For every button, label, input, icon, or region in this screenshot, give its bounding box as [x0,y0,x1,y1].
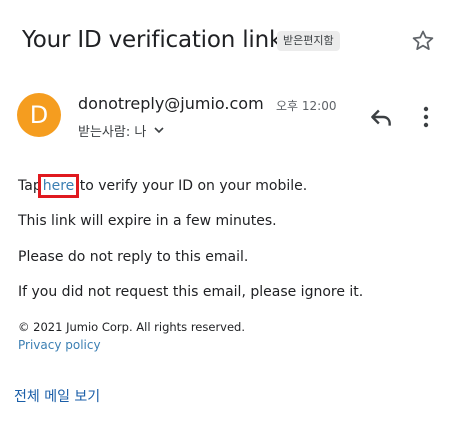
sent-time: 오후 12:00 [276,99,337,113]
tap-text: Tap [18,178,42,194]
star-icon[interactable] [410,28,436,54]
reply-icon[interactable] [368,104,394,130]
verify-instruction: Taphere to verify your ID on your mobile… [18,174,308,198]
expire-text: This link will expire in a few minutes. [18,213,277,229]
view-full-message-link[interactable]: 전체 메일 보기 [14,386,100,406]
email-header: Your ID verification link 받은편지함 [0,0,450,84]
ignore-text: If you did not request this email, pleas… [18,284,364,300]
chevron-down-icon [154,127,164,134]
copyright-text: © 2021 Jumio Corp. All rights reserved. [18,320,246,334]
recipient-details-toggle[interactable]: 받는사람: 나 [78,120,165,140]
sender-address: donotreply@jumio.com [78,94,264,113]
recipient-label: 받는사람: 나 [78,124,147,140]
inbox-label-badge[interactable]: 받은편지함 [277,31,340,51]
sender-avatar[interactable]: D [17,93,61,137]
no-reply-text: Please do not reply to this email. [18,249,249,265]
here-link[interactable]: here [37,174,80,198]
email-subject: Your ID verification link [22,27,283,53]
privacy-policy-link[interactable]: Privacy policy [18,338,101,352]
verify-rest-text: to verify your ID on your mobile. [79,178,308,194]
more-vert-icon[interactable] [420,104,432,130]
